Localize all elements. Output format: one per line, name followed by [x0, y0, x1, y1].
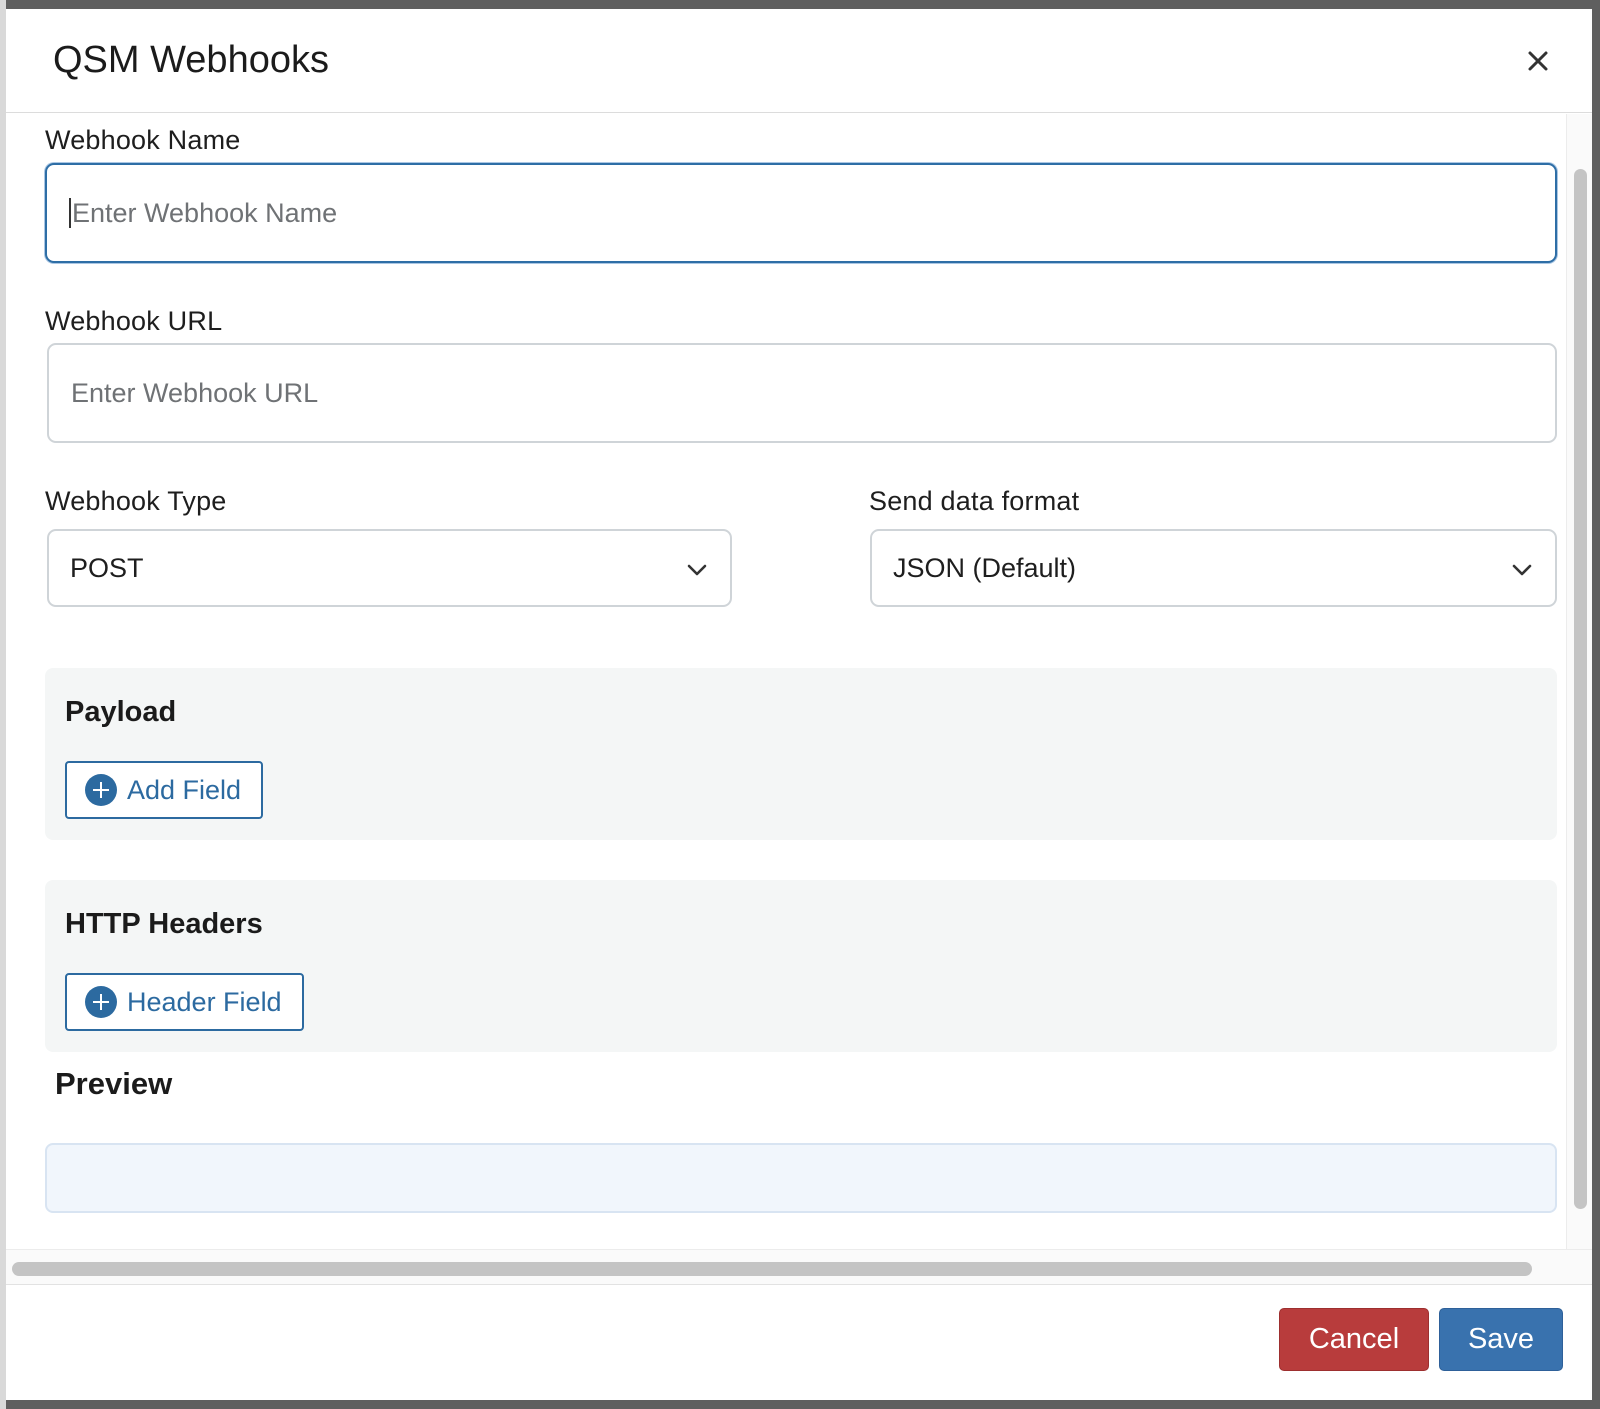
- chevron-down-icon: [687, 564, 707, 576]
- webhook-type-value: POST: [70, 552, 144, 583]
- modal-body: Webhook Name Enter Webhook Name Webhook …: [6, 114, 1566, 1249]
- data-format-select[interactable]: JSON (Default): [870, 529, 1557, 607]
- plus-circle-icon: [85, 986, 117, 1018]
- close-button[interactable]: [1524, 47, 1552, 75]
- modal-title: QSM Webhooks: [53, 39, 329, 81]
- chevron-down-icon: [1512, 564, 1532, 576]
- vertical-scrollbar-thumb[interactable]: [1574, 169, 1587, 1209]
- plus-circle-icon: [85, 774, 117, 806]
- data-format-value: JSON (Default): [893, 552, 1077, 583]
- webhook-url-input[interactable]: Enter Webhook URL: [47, 343, 1557, 443]
- header-field-label: Header Field: [127, 986, 282, 1017]
- payload-title: Payload: [65, 696, 177, 728]
- webhook-name-input[interactable]: Enter Webhook Name: [45, 163, 1557, 263]
- header-field-button[interactable]: Header Field: [65, 973, 304, 1031]
- payload-panel: Payload Add Field: [45, 668, 1557, 840]
- horizontal-scrollbar-thumb[interactable]: [12, 1262, 1532, 1276]
- add-field-label: Add Field: [127, 774, 242, 805]
- webhook-modal: QSM Webhooks Webhook Name Enter Webhook …: [6, 9, 1592, 1400]
- preview-title: Preview: [55, 1066, 173, 1101]
- http-headers-panel: HTTP Headers Header Field: [45, 880, 1557, 1052]
- save-button[interactable]: Save: [1439, 1308, 1563, 1371]
- webhook-type-select[interactable]: POST: [47, 529, 732, 607]
- preview-box: [45, 1143, 1557, 1213]
- text-caret: [69, 198, 71, 228]
- webhook-url-label: Webhook URL: [45, 306, 223, 336]
- webhook-url-placeholder: Enter Webhook URL: [71, 377, 319, 408]
- vertical-scrollbar[interactable]: [1566, 114, 1592, 1249]
- horizontal-scrollbar[interactable]: [6, 1249, 1592, 1285]
- webhook-name-placeholder: Enter Webhook Name: [72, 197, 338, 228]
- webhook-name-label: Webhook Name: [45, 125, 241, 155]
- add-field-button[interactable]: Add Field: [65, 761, 264, 819]
- http-headers-title: HTTP Headers: [65, 908, 263, 940]
- cancel-button[interactable]: Cancel: [1279, 1308, 1429, 1371]
- webhook-type-label: Webhook Type: [45, 486, 227, 516]
- data-format-label: Send data format: [869, 486, 1080, 516]
- close-icon: [1528, 51, 1548, 71]
- modal-header: QSM Webhooks: [6, 9, 1592, 113]
